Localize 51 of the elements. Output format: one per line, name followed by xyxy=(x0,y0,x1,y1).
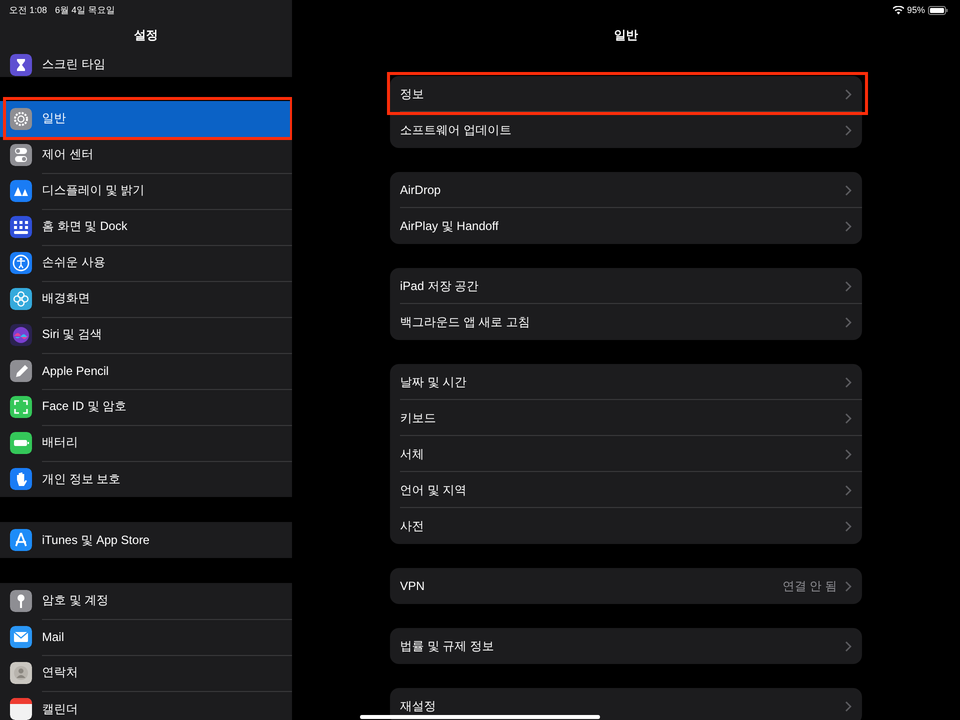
settings-row[interactable]: AirPlay 및 Handoff xyxy=(390,208,862,244)
status-date: 6월 4일 목요일 xyxy=(55,4,116,16)
chevron-icon xyxy=(845,640,852,652)
chevron-icon xyxy=(845,412,852,424)
chevron-icon xyxy=(845,88,852,100)
settings-row[interactable]: 사전 xyxy=(390,508,862,544)
sidebar-item[interactable]: 개인 정보 보호 xyxy=(0,461,292,497)
settings-row[interactable]: AirDrop xyxy=(390,172,862,208)
settings-row[interactable]: VPN 연결 안 됨 xyxy=(390,568,862,604)
sidebar-title: 설정 xyxy=(134,27,158,44)
settings-row[interactable]: 날짜 및 시간 xyxy=(390,364,862,400)
chevron-icon xyxy=(845,448,852,460)
chevron-icon xyxy=(845,376,852,388)
chevron-icon xyxy=(845,184,852,196)
sidebar-item[interactable]: 배터리 xyxy=(0,425,292,461)
sidebar-item[interactable]: 홈 화면 및 Dock xyxy=(0,209,292,245)
chevron-icon xyxy=(845,520,852,532)
sidebar-item[interactable]: Mail xyxy=(0,619,292,655)
settings-row[interactable]: 키보드 xyxy=(390,400,862,436)
chevron-icon xyxy=(845,124,852,136)
sidebar-item[interactable]: 디스플레이 및 밝기 xyxy=(0,173,292,209)
sidebar-item[interactable]: 연락처 xyxy=(0,655,292,691)
chevron-icon xyxy=(845,316,852,328)
sidebar-item[interactable]: 제어 센터 xyxy=(0,137,292,173)
settings-row[interactable]: iPad 저장 공간 xyxy=(390,268,862,304)
sidebar-item[interactable]: Face ID 및 암호 xyxy=(0,389,292,425)
sidebar-item[interactable]: iTunes 및 App Store xyxy=(0,522,292,558)
sidebar-item[interactable]: 스크린 타임 xyxy=(0,52,292,77)
wifi-icon xyxy=(892,6,904,14)
page-title: 일반 xyxy=(614,27,638,44)
chevron-icon xyxy=(845,580,852,592)
battery-percent: 95% xyxy=(906,5,925,15)
sidebar-item[interactable]: Siri 및 검색 xyxy=(0,317,292,353)
settings-row[interactable]: 언어 및 지역 xyxy=(390,472,862,508)
settings-row[interactable]: 정보 xyxy=(390,76,862,112)
chevron-icon xyxy=(845,220,852,232)
chevron-icon xyxy=(845,484,852,496)
settings-row[interactable]: 백그라운드 앱 새로 고침 xyxy=(390,304,862,340)
chevron-icon xyxy=(845,280,852,292)
chevron-icon xyxy=(845,700,852,712)
sidebar-item[interactable]: 암호 및 계정 xyxy=(0,583,292,619)
settings-row[interactable]: 서체 xyxy=(390,436,862,472)
settings-row[interactable]: 재설정 xyxy=(390,688,862,720)
settings-row[interactable]: 소프트웨어 업데이트 xyxy=(390,112,862,148)
sidebar-item[interactable]: 캘린더 xyxy=(0,691,292,720)
sidebar-item[interactable]: 손쉬운 사용 xyxy=(0,245,292,281)
settings-row[interactable]: 법률 및 규제 정보 xyxy=(390,628,862,664)
sidebar-item[interactable]: 배경화면 xyxy=(0,281,292,317)
battery-icon xyxy=(928,6,948,14)
sidebar-item[interactable]: Apple Pencil xyxy=(0,353,292,389)
status-time: 오전 1:08 xyxy=(9,4,48,16)
